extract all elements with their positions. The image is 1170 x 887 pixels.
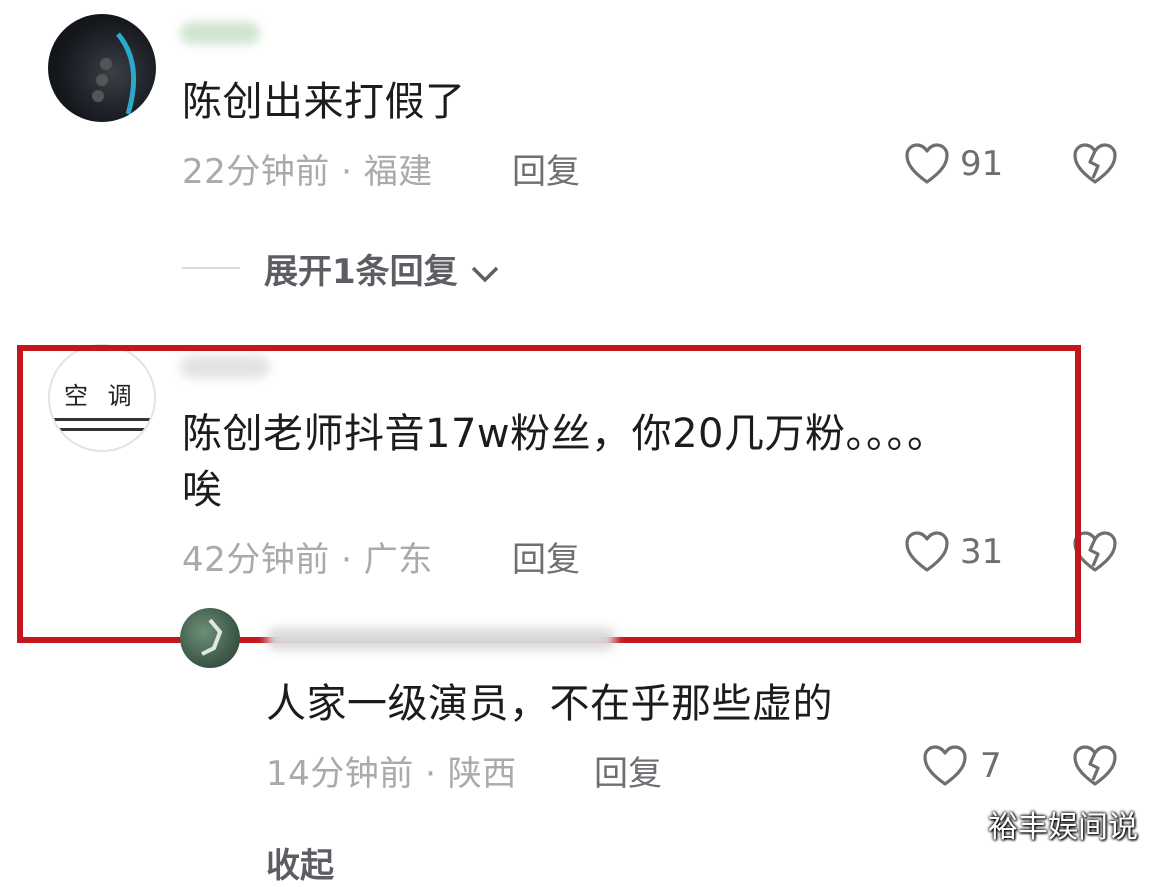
dislike-icon[interactable]	[1072, 744, 1118, 788]
like-count: 7	[980, 746, 1002, 786]
avatar[interactable]	[48, 14, 156, 122]
meta-separator: ·	[425, 754, 437, 794]
username-blurred[interactable]	[266, 628, 616, 650]
expand-replies-button[interactable]: 展开1条回复	[264, 244, 500, 293]
reply-location: 陕西	[447, 754, 517, 794]
reply-button[interactable]: 回复	[594, 746, 662, 795]
reply-meta: 14分钟前 · 陕西	[266, 746, 517, 795]
expand-divider	[182, 267, 240, 269]
highlight-box	[17, 345, 1081, 643]
username-blurred[interactable]	[180, 22, 260, 44]
comment-location: 福建	[363, 152, 433, 192]
avatar-image	[92, 32, 137, 115]
avatar[interactable]	[180, 608, 240, 668]
comment-meta: 22分钟前 · 福建	[182, 144, 433, 193]
reply-button[interactable]: 回复	[512, 144, 580, 193]
expand-replies-label: 展开1条回复	[264, 252, 458, 292]
dislike-icon[interactable]	[1072, 142, 1118, 186]
like-count: 91	[960, 144, 1004, 184]
reply-text: 人家一级演员，不在乎那些虚的	[266, 681, 833, 727]
comment-time: 22分钟前	[182, 152, 330, 192]
like-icon[interactable]	[922, 744, 968, 788]
chevron-down-icon	[470, 264, 500, 284]
watermark: 裕丰娱间说	[988, 810, 1138, 845]
collapse-replies-button[interactable]: 收起	[266, 838, 334, 887]
like-icon[interactable]	[904, 142, 950, 186]
avatar-image	[201, 618, 223, 656]
meta-separator: ·	[341, 152, 353, 192]
reply-time: 14分钟前	[266, 754, 414, 794]
comment-text: 陈创出来打假了	[182, 79, 466, 125]
